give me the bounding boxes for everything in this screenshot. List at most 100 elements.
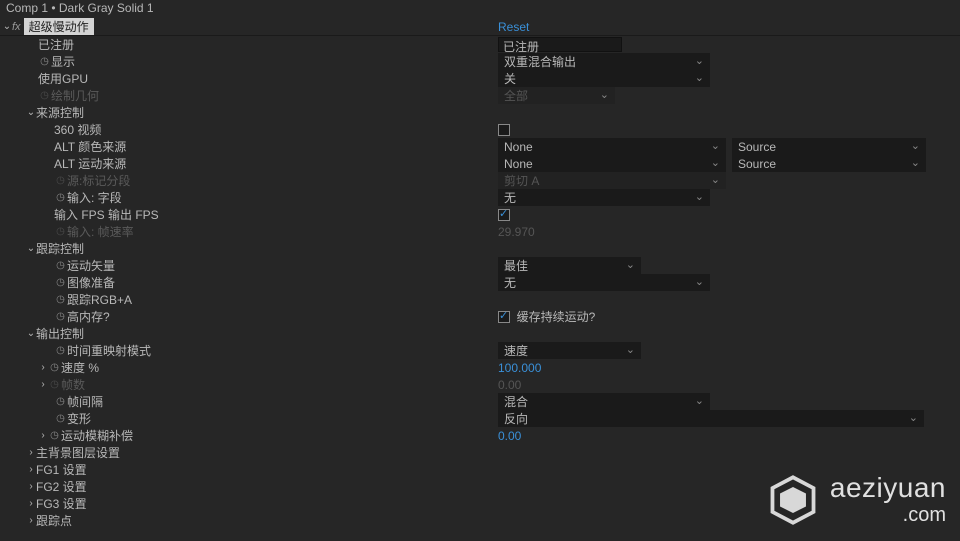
label: 输入 FPS 输出 FPS xyxy=(54,206,159,223)
twirl-down-icon[interactable]: ⌄ xyxy=(26,107,36,118)
gpu-dropdown[interactable]: 关 xyxy=(498,70,710,87)
prop-speed-pct: › ◷ 速度 % 100.000 xyxy=(0,359,960,376)
group-output-control: ⌄ 输出控制 xyxy=(0,325,960,342)
stopwatch-icon: ◷ xyxy=(54,225,67,238)
prop-motion-vector: ◷ 运动矢量 最佳 xyxy=(0,257,960,274)
group-source-control: ⌄ 来源控制 xyxy=(0,104,960,121)
prop-alt-motion: ALT 运动来源 None Source xyxy=(0,155,960,172)
display-dropdown[interactable]: 双重混合输出 xyxy=(498,53,710,70)
registered-input[interactable]: 已注册 xyxy=(498,37,622,52)
group-track-control: ⌄ 跟踪控制 xyxy=(0,240,960,257)
alt-color-dropdown[interactable]: None xyxy=(498,138,726,155)
twirl-right-icon[interactable]: › xyxy=(26,464,36,475)
stopwatch-icon[interactable]: ◷ xyxy=(54,344,67,357)
stopwatch-icon[interactable]: ◷ xyxy=(54,395,67,408)
prop-high-mem: ◷ 高内存? 缓存持续运动? xyxy=(0,308,960,325)
twirl-down-icon[interactable]: ⌄ xyxy=(26,328,36,339)
twirl-right-icon[interactable]: › xyxy=(26,515,36,526)
effect-header: ⌄ fx 超级慢动作 Reset xyxy=(0,18,960,36)
prop-draw-geom: ◷ 绘制几何 全部 xyxy=(0,87,960,104)
speed-value[interactable]: 100.000 xyxy=(498,361,541,375)
io-fps-checkbox[interactable] xyxy=(498,209,510,221)
prop-input-framerate: ◷ 输入: 帧速率 29.970 xyxy=(0,223,960,240)
properties-panel: 已注册 已注册 ◷ 显示 双重混合输出 使用GPU 关 ◷ 绘制几何 全部 ⌄ … xyxy=(0,36,960,529)
stopwatch-icon[interactable]: ◷ xyxy=(48,429,61,442)
stopwatch-icon[interactable]: ◷ xyxy=(54,191,67,204)
twirl-right-icon[interactable]: › xyxy=(26,447,36,458)
label: 已注册 xyxy=(38,36,74,53)
draw-geom-dropdown: 全部 xyxy=(498,87,615,104)
alt-color-src-dropdown[interactable]: Source xyxy=(732,138,926,155)
group-label: 来源控制 xyxy=(36,104,84,121)
alt-motion-src-dropdown[interactable]: Source xyxy=(732,155,926,172)
label: ALT 颜色来源 xyxy=(54,138,126,155)
stopwatch-icon[interactable]: ◷ xyxy=(54,310,67,323)
deform-dropdown[interactable]: 反向 xyxy=(498,410,924,427)
prop-time-remap: ◷ 时间重映射模式 速度 xyxy=(0,342,960,359)
prop-alt-color: ALT 颜色来源 None Source xyxy=(0,138,960,155)
title-bar: Comp 1 • Dark Gray Solid 1 xyxy=(0,0,960,18)
label: 绘制几何 xyxy=(51,87,99,104)
twirl-right-icon[interactable]: › xyxy=(26,481,36,492)
label: 速度 % xyxy=(61,359,99,376)
twirl-down-icon[interactable]: ⌄ xyxy=(26,243,36,254)
cache-motion-label: 缓存持续运动? xyxy=(517,308,596,325)
time-remap-dropdown[interactable]: 速度 xyxy=(498,342,641,359)
motion-vec-dropdown[interactable]: 最佳 xyxy=(498,257,641,274)
stopwatch-icon[interactable]: ◷ xyxy=(54,412,67,425)
prop-track-rgba: ◷ 跟踪RGB+A xyxy=(0,291,960,308)
stopwatch-icon[interactable]: ◷ xyxy=(54,276,67,289)
twirl-right-icon: › xyxy=(38,379,48,390)
prop-deform: ◷ 变形 反向 xyxy=(0,410,960,427)
group-label: FG2 设置 xyxy=(36,478,87,495)
stopwatch-icon[interactable]: ◷ xyxy=(38,55,51,68)
stopwatch-icon[interactable]: ◷ xyxy=(48,361,61,374)
fx-icon[interactable]: fx xyxy=(12,21,21,33)
frames-value: 0.00 xyxy=(498,378,521,392)
effect-name[interactable]: 超级慢动作 xyxy=(24,18,94,35)
image-prep-dropdown[interactable]: 无 xyxy=(498,274,710,291)
group-label: 输出控制 xyxy=(36,325,84,342)
group-fg1: › FG1 设置 xyxy=(0,461,960,478)
cache-motion-checkbox[interactable] xyxy=(498,311,510,323)
group-track-point: › 跟踪点 xyxy=(0,512,960,529)
prop-motion-blur: › ◷ 运动模糊补偿 0.00 xyxy=(0,427,960,444)
prop-display: ◷ 显示 双重混合输出 xyxy=(0,53,960,70)
group-label: 跟踪控制 xyxy=(36,240,84,257)
prop-360-video: 360 视频 xyxy=(0,121,960,138)
group-label: 主背景图层设置 xyxy=(36,444,120,461)
group-main-bg: › 主背景图层设置 xyxy=(0,444,960,461)
stopwatch-icon: ◷ xyxy=(48,378,61,391)
label: 运动矢量 xyxy=(67,257,115,274)
input-field-dropdown[interactable]: 无 xyxy=(498,189,710,206)
src-marker-dropdown: 剪切 A xyxy=(498,172,726,189)
motion-blur-value[interactable]: 0.00 xyxy=(498,429,521,443)
group-fg3: › FG3 设置 xyxy=(0,495,960,512)
twirl-right-icon[interactable]: › xyxy=(38,430,48,441)
twirl-right-icon[interactable]: › xyxy=(26,498,36,509)
prop-registered: 已注册 已注册 xyxy=(0,36,960,53)
label: 高内存? xyxy=(67,308,110,325)
video360-checkbox[interactable] xyxy=(498,124,510,136)
stopwatch-icon[interactable]: ◷ xyxy=(54,293,67,306)
frame-gap-dropdown[interactable]: 混合 xyxy=(498,393,710,410)
stopwatch-icon[interactable]: ◷ xyxy=(54,259,67,272)
label: 时间重映射模式 xyxy=(67,342,151,359)
prop-src-marker: ◷ 源:标记分段 剪切 A xyxy=(0,172,960,189)
twirl-down-icon[interactable]: ⌄ xyxy=(2,21,12,32)
label: 输入: 帧速率 xyxy=(67,223,134,240)
reset-link[interactable]: Reset xyxy=(498,20,529,34)
label: 360 视频 xyxy=(54,121,101,138)
group-label: 跟踪点 xyxy=(36,512,72,529)
prop-io-fps: 输入 FPS 输出 FPS xyxy=(0,206,960,223)
label: 跟踪RGB+A xyxy=(67,291,132,308)
prop-image-prep: ◷ 图像准备 无 xyxy=(0,274,960,291)
label: 帧数 xyxy=(61,376,85,393)
label: 使用GPU xyxy=(38,70,88,87)
stopwatch-icon: ◷ xyxy=(54,174,67,187)
twirl-right-icon[interactable]: › xyxy=(38,362,48,373)
alt-motion-dropdown[interactable]: None xyxy=(498,155,726,172)
framerate-value: 29.970 xyxy=(498,225,535,239)
label: 源:标记分段 xyxy=(67,172,130,189)
prop-frame-gap: ◷ 帧间隔 混合 xyxy=(0,393,960,410)
